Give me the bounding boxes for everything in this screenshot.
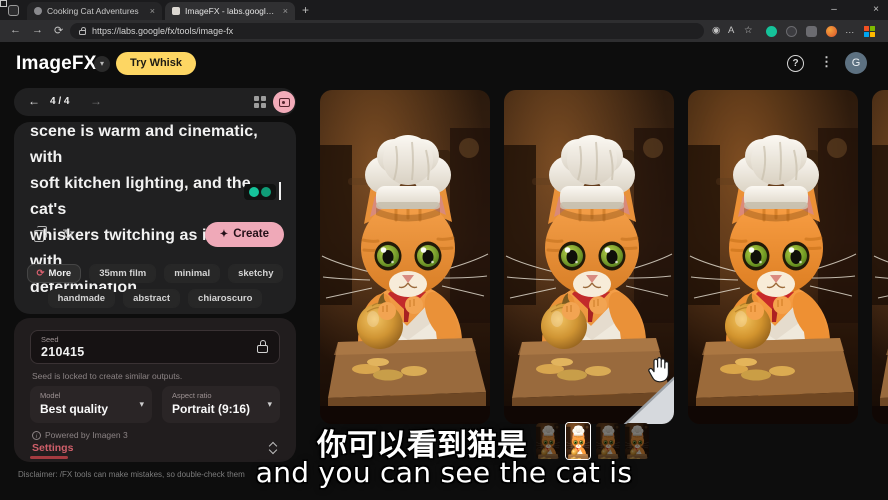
generation-nav-card: ← 4 / 4 → (14, 88, 296, 116)
style-chip[interactable]: minimal (164, 264, 220, 283)
knife-overlay (588, 240, 674, 424)
help-icon[interactable]: ? (787, 55, 804, 72)
image-mode-icon[interactable] (273, 91, 295, 113)
try-whisk-button[interactable]: Try Whisk (116, 52, 196, 75)
lock-icon (79, 30, 86, 36)
new-tab-button[interactable]: + (302, 3, 309, 17)
style-chip[interactable]: handmade (48, 289, 116, 308)
model-select[interactable]: Model Best quality ▾ (30, 386, 152, 423)
extensions-puzzle-icon[interactable] (806, 26, 817, 37)
media-control-icon[interactable]: ◉ (712, 25, 720, 36)
microsoft-apps-icon[interactable] (864, 26, 875, 37)
window-minimize-button[interactable]: – (824, 4, 844, 15)
generation-counter: 4 / 4 (50, 96, 69, 107)
style-chip[interactable]: abstract (123, 289, 180, 308)
browser-toolbar: ← → ⟳ https://labs.google/fx/tools/image… (0, 20, 888, 42)
tab-title: ImageFX - labs.google/fx (185, 6, 278, 16)
seed-helper-text: Seed is locked to create similar outputs… (32, 371, 182, 381)
regenerate-icon[interactable]: ↻ (62, 226, 74, 243)
browser-menu-icon[interactable] (8, 5, 19, 16)
chevron-down-icon: ▾ (139, 399, 144, 410)
screen: Cooking Cat Adventures × ImageFX - labs.… (0, 0, 888, 500)
prompt-card[interactable]: scene is warm and cinematic, with soft k… (14, 122, 296, 314)
url-text: https://labs.google/fx/tools/image-fx (92, 26, 233, 36)
account-avatar[interactable]: G (845, 52, 867, 74)
sparkle-icon: ✦ (220, 229, 228, 240)
browser-refresh-icon[interactable]: ⟳ (54, 24, 63, 37)
seed-value: 210415 (41, 345, 85, 359)
seed-lock-icon[interactable] (257, 345, 268, 353)
prev-generation-icon[interactable]: ← (28, 94, 40, 108)
more-chip[interactable]: ⟳More (27, 264, 82, 283)
tab-title: Cooking Cat Adventures (47, 6, 145, 16)
style-chip[interactable]: 35mm film (89, 264, 156, 283)
imagefx-app: ImageFX ▾ Try Whisk ? ⋮ G ← 4 / 4 → scen… (0, 42, 888, 500)
thumbnail-1[interactable] (536, 423, 560, 459)
next-generation-icon[interactable]: → (90, 94, 102, 108)
tab-close-icon[interactable]: × (150, 6, 155, 16)
toolbar-overflow-icon[interactable]: … (845, 25, 855, 36)
browser-tab-cooking-cat[interactable]: Cooking Cat Adventures × (27, 2, 162, 20)
grammarly-extension-icon[interactable] (766, 26, 777, 37)
thumbnail-3[interactable] (596, 423, 620, 459)
profile-avatar-icon[interactable] (826, 26, 837, 37)
address-bar[interactable]: https://labs.google/fx/tools/image-fx (70, 23, 704, 39)
generated-image-4-partial[interactable] (872, 90, 888, 424)
style-chip[interactable]: sketchy (228, 264, 283, 283)
chevron-down-icon: ▾ (267, 399, 272, 410)
grid-view-icon[interactable] (254, 96, 266, 108)
extension-icon[interactable] (786, 26, 797, 37)
window-maximize-button[interactable] (0, 0, 7, 7)
app-switcher-chevron-icon[interactable]: ▾ (94, 56, 110, 72)
window-close-button[interactable]: × (866, 4, 886, 15)
browser-tab-imagefx[interactable]: ImageFX - labs.google/fx × (165, 2, 295, 20)
text-cursor (279, 182, 281, 200)
tab-favicon (172, 7, 180, 15)
read-aloud-icon[interactable]: A (728, 25, 734, 36)
style-chip[interactable]: chiaroscuro (188, 289, 262, 308)
seed-input[interactable]: Seed 210415 (30, 330, 280, 364)
aspect-ratio-select[interactable]: Aspect ratio Portrait (9:16) ▾ (162, 386, 280, 423)
page-title: ImageFX (16, 53, 97, 75)
refresh-icon: ⟳ (37, 268, 45, 279)
menu-kebab-icon[interactable]: ⋮ (820, 54, 833, 70)
subtitle-english: and you can see the cat is (0, 456, 888, 489)
generated-image-3[interactable] (688, 90, 858, 424)
thumbnail-4[interactable] (625, 423, 649, 459)
seed-label: Seed (41, 335, 59, 344)
hand-cursor-icon (646, 356, 672, 384)
browser-tab-strip: Cooking Cat Adventures × ImageFX - labs.… (0, 0, 888, 20)
browser-forward-icon[interactable]: → (32, 24, 43, 36)
tab-close-icon[interactable]: × (283, 6, 288, 16)
bookmark-star-icon[interactable]: ☆ (744, 25, 753, 36)
tab-favicon (34, 7, 42, 15)
thumbnail-2-selected[interactable] (565, 422, 591, 460)
thumbnail-strip (536, 422, 649, 460)
browser-back-icon[interactable]: ← (10, 24, 21, 36)
create-button[interactable]: ✦Create (205, 222, 284, 247)
generated-image-1[interactable] (320, 90, 490, 424)
copy-prompt-icon[interactable] (34, 230, 44, 242)
grammarly-badge-icon[interactable] (244, 184, 276, 200)
